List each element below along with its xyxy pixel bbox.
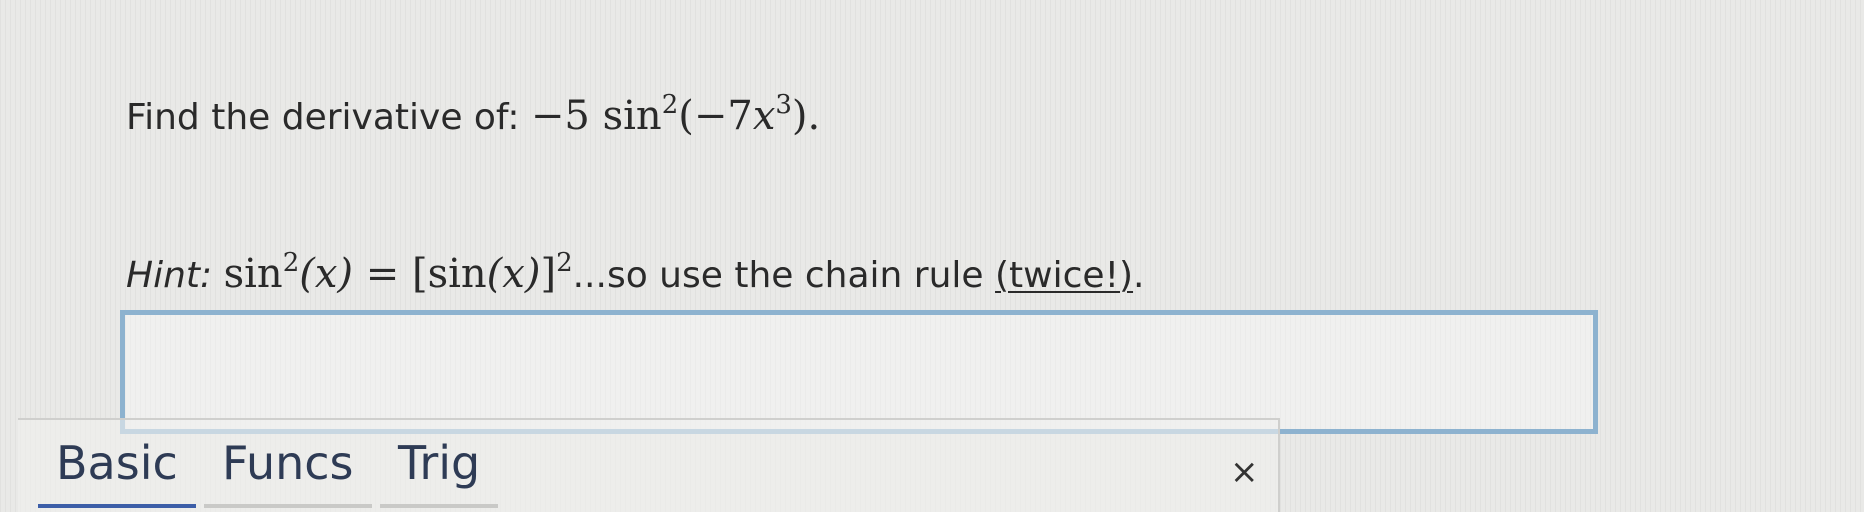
- hint-lhs-function: sin: [223, 251, 283, 297]
- answer-input[interactable]: [120, 310, 1598, 434]
- hint-equals: =: [365, 251, 400, 297]
- tab-basic[interactable]: Basic: [38, 440, 196, 508]
- question-text: Find the derivative of: −5 sin2(−7x3).: [126, 90, 821, 139]
- hint-period: .: [1133, 255, 1145, 296]
- expr-open-paren: (: [678, 93, 694, 139]
- hint-text: Hint: sin2(x) = [sin(x)]2...so use the c…: [126, 248, 1145, 297]
- expr-coefficient: −5: [530, 93, 590, 139]
- expr-function: sin: [602, 93, 662, 139]
- expr-inner-exponent: 3: [775, 90, 792, 120]
- tab-funcs[interactable]: Funcs: [204, 440, 371, 508]
- hint-rhs-close-bracket: ]: [540, 251, 557, 297]
- expr-period: .: [807, 93, 821, 139]
- expr-exponent: 2: [661, 90, 679, 120]
- hint-rhs-open-bracket: [: [411, 251, 428, 297]
- question-expression: −5 sin2(−7x3).: [530, 90, 821, 139]
- close-icon[interactable]: ×: [1230, 452, 1259, 492]
- hint-rhs-function: sin: [427, 251, 487, 297]
- hint-rhs-argument: (x): [486, 251, 541, 297]
- hint-label: Hint:: [126, 255, 213, 296]
- hint-lhs-exponent: 2: [282, 248, 300, 278]
- hint-identity: sin2(x) = [sin(x)]2: [223, 248, 573, 297]
- expr-variable: x: [752, 93, 776, 139]
- expr-inner-coefficient: −7: [693, 93, 753, 139]
- question-prompt: Find the derivative of:: [126, 97, 520, 138]
- hint-instruction: ...so use the chain rule: [572, 255, 984, 296]
- hint-rhs-exponent: 2: [556, 248, 573, 278]
- expr-close-paren: ): [791, 93, 808, 139]
- math-keypad: Basic Funcs Trig ×: [18, 418, 1280, 512]
- hint-lhs-argument: (x): [299, 251, 354, 297]
- hint-twice-link[interactable]: (twice!): [995, 255, 1133, 296]
- tab-trig[interactable]: Trig: [379, 440, 499, 508]
